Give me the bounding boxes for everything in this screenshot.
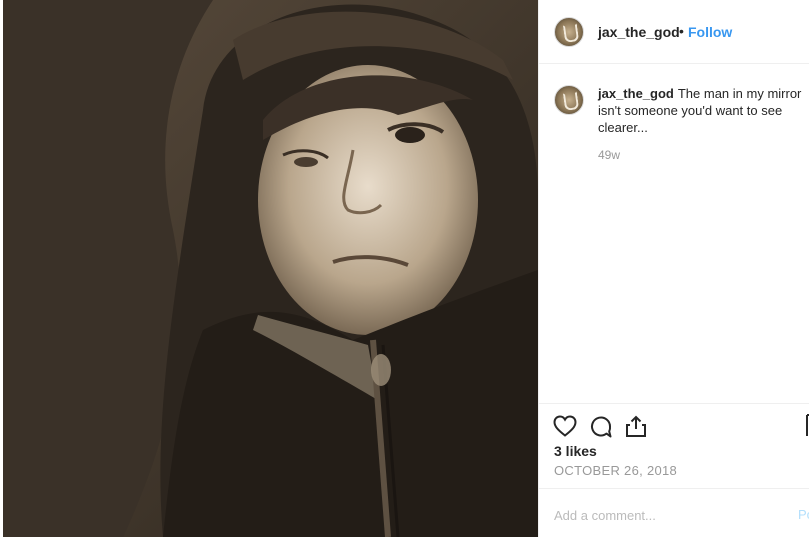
caption-text: jax_the_god The man in my mirror isn't so… <box>598 85 808 136</box>
post-photo[interactable] <box>3 0 538 537</box>
follow-button[interactable]: Follow <box>688 24 732 40</box>
post-header: jax_the_god • Follow <box>539 0 809 64</box>
post-comment-button[interactable]: Post <box>798 507 809 522</box>
likes-count[interactable]: 3 likes <box>554 443 597 459</box>
comment-input[interactable] <box>554 506 774 524</box>
actions-section: 3 likes OCTOBER 26, 2018 Post <box>539 403 809 538</box>
caption-username[interactable]: jax_the_god <box>598 86 674 101</box>
author-avatar[interactable] <box>554 17 584 47</box>
caption-section: jax_the_god The man in my mirror isn't so… <box>539 63 809 403</box>
separator-dot: • <box>679 23 684 39</box>
heart-icon[interactable] <box>553 415 577 437</box>
author-username[interactable]: jax_the_god <box>598 24 680 40</box>
photo-image <box>3 0 538 537</box>
bookmark-icon[interactable] <box>805 414 809 438</box>
caption-avatar[interactable] <box>554 85 584 115</box>
comment-form: Post <box>539 488 809 539</box>
comment-icon[interactable] <box>589 415 613 439</box>
caption-timestamp[interactable]: 49w <box>598 148 620 162</box>
share-icon[interactable] <box>624 414 648 438</box>
post-date[interactable]: OCTOBER 26, 2018 <box>554 463 677 478</box>
post-details-panel: jax_the_god • Follow jax_the_god The man … <box>538 0 809 537</box>
